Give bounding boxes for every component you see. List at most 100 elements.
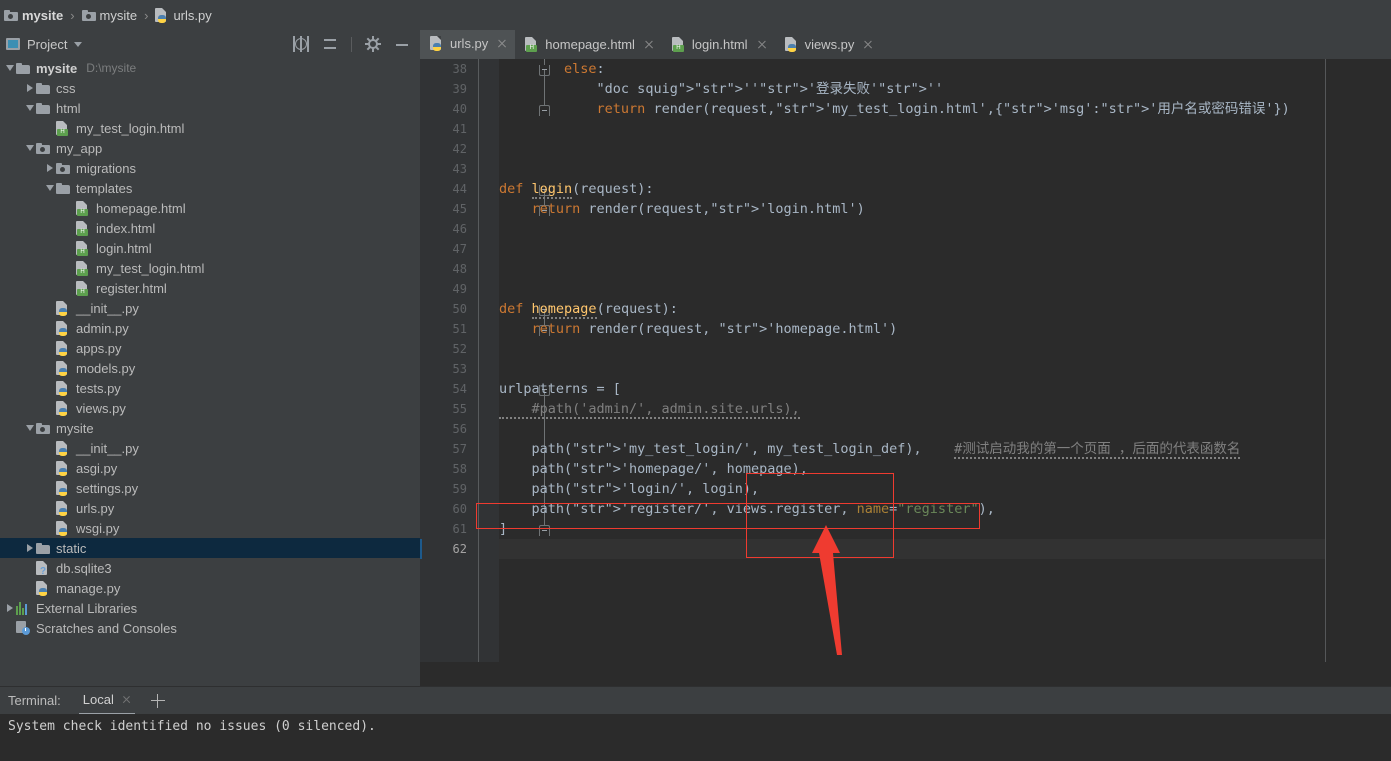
line-number[interactable]: 38 bbox=[427, 59, 467, 79]
chevron-right-icon[interactable] bbox=[24, 544, 36, 552]
tree-item---init---py[interactable]: __init__.py bbox=[0, 438, 420, 458]
code-line[interactable]: else: bbox=[499, 59, 605, 79]
code-line[interactable]: def homepage(request): bbox=[499, 299, 678, 319]
tree-item-views-py[interactable]: views.py bbox=[0, 398, 420, 418]
editor-tab-login-html[interactable]: Hlogin.html bbox=[662, 30, 775, 59]
collapse-all-icon[interactable] bbox=[322, 36, 338, 52]
line-number[interactable]: 43 bbox=[427, 159, 467, 179]
tree-item-migrations[interactable]: migrations bbox=[0, 158, 420, 178]
close-icon[interactable] bbox=[757, 40, 767, 50]
chevron-down-icon[interactable] bbox=[24, 105, 36, 111]
tree-item-homepage-html[interactable]: Hhomepage.html bbox=[0, 198, 420, 218]
line-number[interactable]: 57 bbox=[427, 439, 467, 459]
line-number[interactable]: 56 bbox=[427, 419, 467, 439]
chevron-down-icon[interactable] bbox=[24, 145, 36, 151]
chevron-down-icon[interactable] bbox=[44, 185, 56, 191]
minimize-icon[interactable] bbox=[394, 36, 410, 52]
add-terminal-icon[interactable] bbox=[151, 694, 165, 708]
code-line[interactable]: return render(request, "str">'homepage.h… bbox=[499, 319, 897, 339]
line-number[interactable]: 53 bbox=[427, 359, 467, 379]
line-number[interactable]: 47 bbox=[427, 239, 467, 259]
editor-gutter[interactable]: 38 39 40 41 42 43 44 45 46 47 48 49 50 51 52 53 54 55 56 57… bbox=[420, 59, 477, 686]
tree-item-external-libraries[interactable]: External Libraries bbox=[0, 598, 420, 618]
line-number[interactable]: 61 bbox=[427, 519, 467, 539]
tree-item-asgi-py[interactable]: asgi.py bbox=[0, 458, 420, 478]
code-line[interactable]: #path('admin/', admin.site.urls), bbox=[499, 399, 800, 419]
chevron-down-icon[interactable] bbox=[4, 65, 16, 71]
breadcrumb-item-mysite[interactable]: mysite bbox=[4, 0, 63, 30]
close-icon[interactable] bbox=[497, 39, 507, 49]
code-line[interactable]: urlpatterns = [ bbox=[499, 379, 621, 399]
line-number[interactable]: 41 bbox=[427, 119, 467, 139]
code-line[interactable]: def login(request): bbox=[499, 179, 653, 199]
tree-item-wsgi-py[interactable]: wsgi.py bbox=[0, 518, 420, 538]
tree-item-admin-py[interactable]: admin.py bbox=[0, 318, 420, 338]
tree-item---init---py[interactable]: __init__.py bbox=[0, 298, 420, 318]
tree-item-tests-py[interactable]: tests.py bbox=[0, 378, 420, 398]
line-number[interactable]: 50 bbox=[427, 299, 467, 319]
code-line[interactable]: return render(request,"str">'login.html'… bbox=[499, 199, 865, 219]
chevron-right-icon[interactable] bbox=[24, 84, 36, 92]
code-line[interactable]: path("str">'my_test_login/', my_test_lo… bbox=[499, 439, 1240, 459]
tree-item-templates[interactable]: templates bbox=[0, 178, 420, 198]
line-number[interactable]: 54 bbox=[427, 379, 467, 399]
code-line[interactable]: return render(request,"str">'my_test_log… bbox=[499, 99, 1290, 119]
project-tree[interactable]: mysite D:\mysite css html Hmy_test_login.htm… bbox=[0, 58, 420, 686]
chevron-down-icon[interactable] bbox=[24, 425, 36, 431]
close-icon[interactable] bbox=[644, 40, 654, 50]
chevron-down-icon[interactable] bbox=[74, 42, 82, 47]
line-number[interactable]: 45 bbox=[427, 199, 467, 219]
editor-tab-bar[interactable]: urls.py Hhomepage.html Hlogin.html views.py bbox=[420, 30, 1391, 59]
tree-item-my-test-login-html[interactable]: Hmy_test_login.html bbox=[0, 118, 420, 138]
line-number[interactable]: 62 bbox=[427, 539, 467, 559]
tree-item-register-html[interactable]: Hregister.html bbox=[0, 278, 420, 298]
line-number[interactable]: 55 bbox=[427, 399, 467, 419]
tree-item-scratches-and-consoles[interactable]: Scratches and Consoles bbox=[0, 618, 420, 638]
tree-item-settings-py[interactable]: settings.py bbox=[0, 478, 420, 498]
tree-item-manage-py[interactable]: manage.py bbox=[0, 578, 420, 598]
code-line[interactable]: path("str">'register/', views.register,… bbox=[499, 499, 995, 519]
line-number[interactable]: 40 bbox=[427, 99, 467, 119]
line-number[interactable]: 59 bbox=[427, 479, 467, 499]
breadcrumb-item-mysite[interactable]: mysite bbox=[82, 0, 138, 30]
code-line[interactable]: "doc squig">"str">''"str">'登录失败'"str">… bbox=[499, 79, 943, 99]
code-content[interactable]: else: "doc squig">"str">''"str">'登录失败'… bbox=[499, 59, 1391, 686]
chevron-right-icon[interactable] bbox=[44, 164, 56, 172]
code-line[interactable]: path("str">'homepage/', homepage), bbox=[499, 459, 808, 479]
close-icon[interactable] bbox=[122, 695, 131, 704]
code-line[interactable]: path("str">'login/', login), bbox=[499, 479, 759, 499]
line-number[interactable]: 39 bbox=[427, 79, 467, 99]
tree-item-mysite[interactable]: mysite bbox=[0, 418, 420, 438]
editor-fold-gutter[interactable] bbox=[477, 59, 499, 686]
line-number[interactable]: 48 bbox=[427, 259, 467, 279]
line-number[interactable]: 49 bbox=[427, 279, 467, 299]
tree-item-my-test-login-html[interactable]: Hmy_test_login.html bbox=[0, 258, 420, 278]
tree-item-models-py[interactable]: models.py bbox=[0, 358, 420, 378]
line-number[interactable]: 46 bbox=[427, 219, 467, 239]
tree-item-apps-py[interactable]: apps.py bbox=[0, 338, 420, 358]
line-number[interactable]: 52 bbox=[427, 339, 467, 359]
settings-gear-icon[interactable] bbox=[365, 36, 381, 52]
breadcrumb-item-urls-py[interactable]: urls.py bbox=[155, 0, 211, 30]
tree-item-static[interactable]: static bbox=[0, 538, 420, 558]
line-number[interactable]: 58 bbox=[427, 459, 467, 479]
tree-item-mysite[interactable]: mysite D:\mysite bbox=[0, 58, 420, 78]
line-number[interactable]: 44 bbox=[427, 179, 467, 199]
tree-item-my-app[interactable]: my_app bbox=[0, 138, 420, 158]
editor-tab-views-py[interactable]: views.py bbox=[775, 30, 882, 59]
line-number[interactable]: 60 bbox=[427, 499, 467, 519]
terminal-tab-local[interactable]: Local bbox=[79, 687, 135, 715]
editor-tab-homepage-html[interactable]: Hhomepage.html bbox=[515, 30, 662, 59]
tree-item-css[interactable]: css bbox=[0, 78, 420, 98]
tree-item-index-html[interactable]: Hindex.html bbox=[0, 218, 420, 238]
line-number[interactable]: 51 bbox=[427, 319, 467, 339]
code-editor[interactable]: 38 39 40 41 42 43 44 45 46 47 48 49 50 51 52 53 54 55 56 57… bbox=[420, 59, 1391, 686]
editor-tab-urls-py[interactable]: urls.py bbox=[420, 30, 515, 59]
tree-item-db-sqlite3[interactable]: ? db.sqlite3 bbox=[0, 558, 420, 578]
tree-item-login-html[interactable]: Hlogin.html bbox=[0, 238, 420, 258]
code-line[interactable]: ] bbox=[499, 519, 507, 539]
locate-icon[interactable] bbox=[293, 36, 309, 52]
chevron-right-icon[interactable] bbox=[4, 604, 16, 612]
tree-item-urls-py[interactable]: urls.py bbox=[0, 498, 420, 518]
project-panel-title[interactable]: Project bbox=[27, 37, 67, 52]
